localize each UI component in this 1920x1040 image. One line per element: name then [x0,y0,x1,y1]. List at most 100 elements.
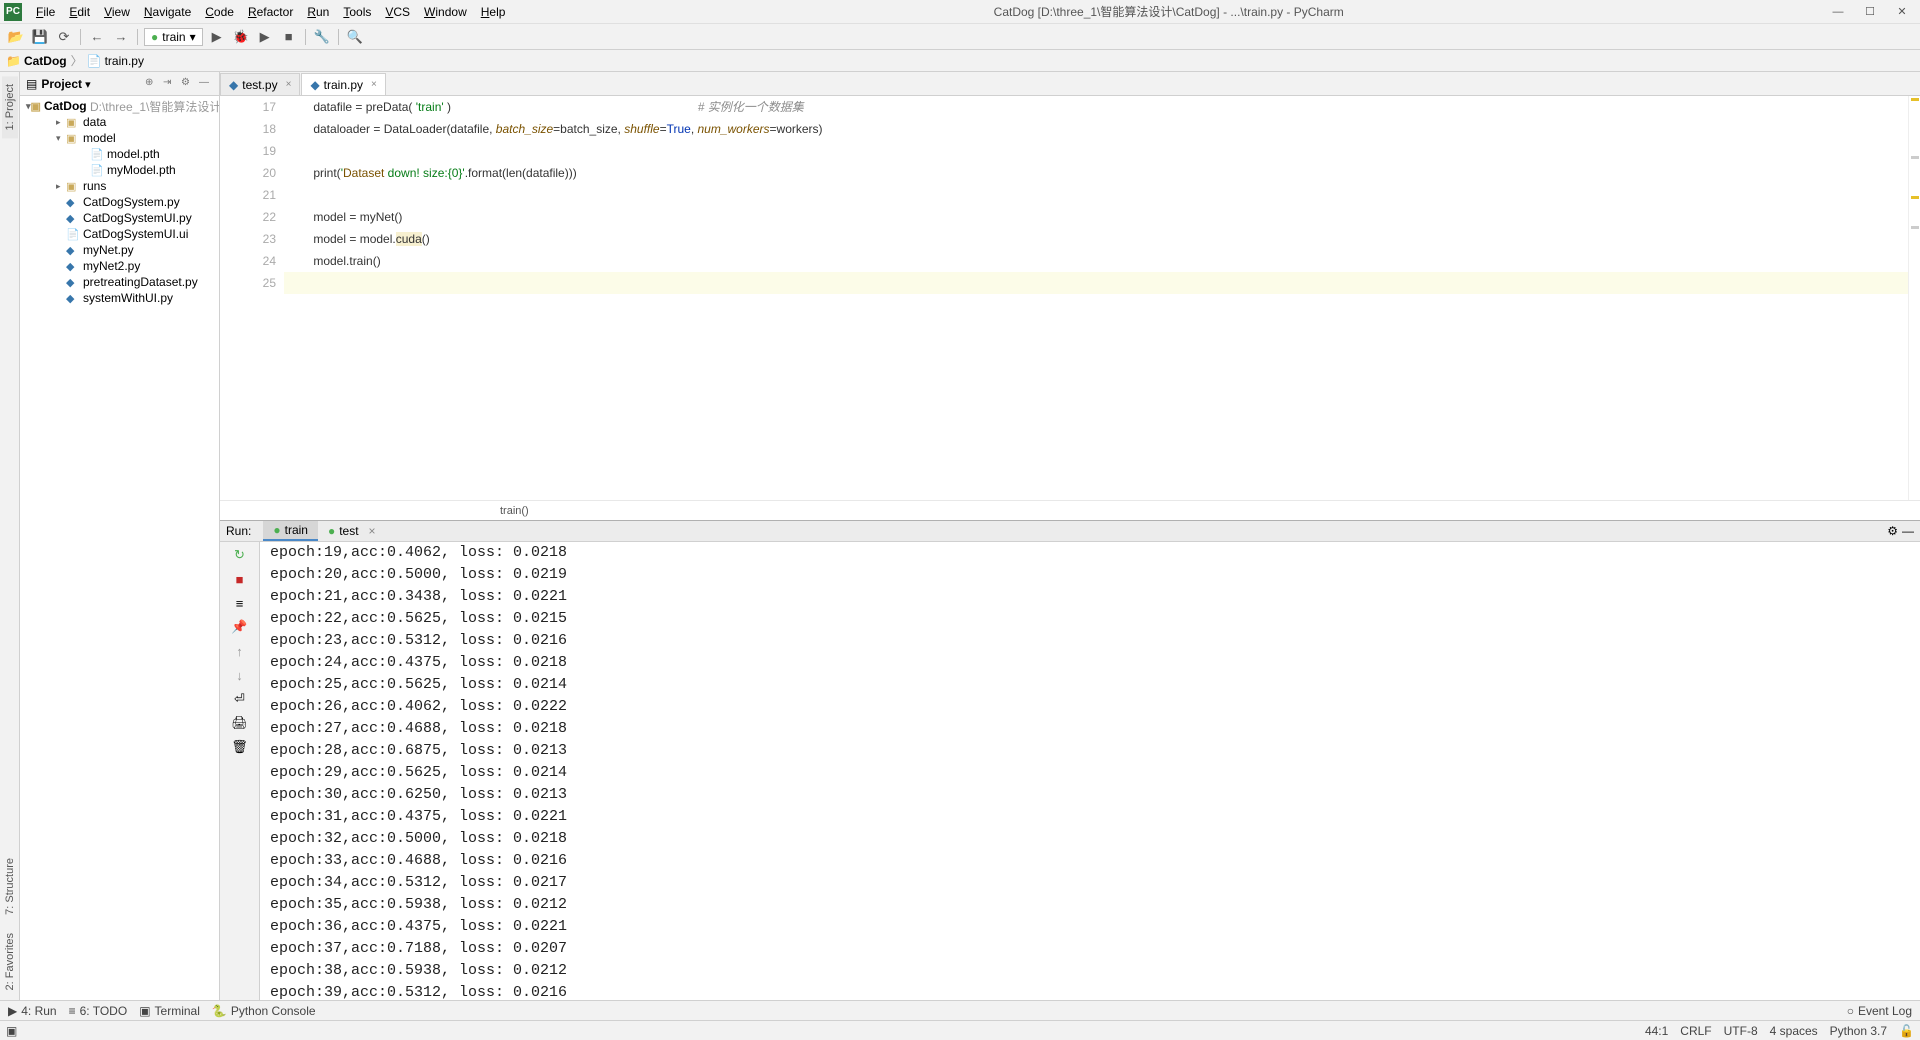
refresh-icon[interactable]: ⟳ [54,27,74,47]
minimize-button[interactable]: — [1826,0,1850,24]
close-button[interactable]: ✕ [1890,0,1914,24]
run-dot-icon: ● [151,30,158,44]
run-button[interactable]: ▶ [207,27,227,47]
collapse-icon[interactable]: ⇥ [163,77,177,91]
rerun-button[interactable]: ↻ [231,546,249,564]
menu-navigate[interactable]: Navigate [138,3,197,21]
app-icon: PC [4,3,22,21]
menu-help[interactable]: Help [475,3,512,21]
tree-item[interactable]: ▾▣model [20,130,219,146]
close-tab-icon[interactable]: × [371,79,377,90]
tree-item[interactable]: ◆myNet2.py [20,258,219,274]
toolbar: 📂 💾 ⟳ ← → ● train ▾ ▶ 🐞 ▶ ■ 🔧 🔍 [0,24,1920,50]
status-lock-icon[interactable]: 🔓 [1899,1024,1914,1038]
breadcrumb: 📁 CatDog 〉 📄 train.py [0,50,1920,72]
status-line-ending[interactable]: CRLF [1680,1024,1711,1038]
folder-icon: ▤ [26,77,37,91]
bottom-tool-tabs: ▶ 4: Run ≡ 6: TODO ▣ Terminal 🐍 Python C… [0,1000,1920,1020]
tree-item[interactable]: ◆systemWithUI.py [20,290,219,306]
tree-item[interactable]: 📄model.pth [20,146,219,162]
structure-tool-tab[interactable]: 7: Structure [2,850,18,923]
run-coverage-button[interactable]: ▶ [255,27,275,47]
up-button[interactable]: ↑ [231,642,249,660]
layout-button[interactable]: ≡ [231,594,249,612]
run-tab[interactable]: ●train [263,521,318,541]
menu-file[interactable]: File [30,3,61,21]
menu-vcs[interactable]: VCS [379,3,416,21]
bottom-tab-run[interactable]: ▶ 4: Run [8,1004,57,1018]
maximize-button[interactable]: ☐ [1858,0,1882,24]
editor-tab[interactable]: ◆train.py× [301,73,385,95]
run-sidebar: ↻ ■ ≡ 📌 ↑ ↓ ⏎ 🖨 🗑 [220,542,260,1004]
tree-item[interactable]: ◆pretreatingDataset.py [20,274,219,290]
status-indent[interactable]: 4 spaces [1770,1024,1818,1038]
settings-button[interactable]: 🔧 [312,27,332,47]
status-position[interactable]: 44:1 [1645,1024,1668,1038]
pin-button[interactable]: 📌 [231,618,249,636]
project-pane-title: Project ▾ [41,77,141,91]
run-settings-icon[interactable]: ⚙ [1887,524,1898,538]
project-tree[interactable]: ▾▣ CatDog D:\three_1\智能算法设计\Cat ▸▣data▾▣… [20,96,219,1000]
run-tab[interactable]: ●test× [318,521,386,541]
tree-item[interactable]: ◆CatDogSystemUI.py [20,210,219,226]
status-bar: ▣ 44:1 CRLF UTF-8 4 spaces Python 3.7 🔓 [0,1020,1920,1040]
code-editor[interactable]: 171819202122232425 datafile = preData( '… [220,96,1920,500]
editor-tabs: ◆test.py×◆train.py× [220,72,1920,96]
status-encoding[interactable]: UTF-8 [1724,1024,1758,1038]
debug-button[interactable]: 🐞 [231,27,251,47]
tree-item[interactable]: ◆CatDogSystem.py [20,194,219,210]
menu-edit[interactable]: Edit [63,3,96,21]
breadcrumb-file[interactable]: 📄 train.py [87,54,144,68]
print-button[interactable]: 🖨 [231,714,249,732]
stop-button[interactable]: ■ [279,27,299,47]
menu-view[interactable]: View [98,3,136,21]
save-icon[interactable]: 💾 [30,27,50,47]
menu-window[interactable]: Window [418,3,473,21]
locate-icon[interactable]: ⊕ [145,77,159,91]
line-gutter: 171819202122232425 [236,96,284,500]
menu-run[interactable]: Run [301,3,335,21]
console-output[interactable]: epoch:19,acc:0.4062, loss: 0.0218 epoch:… [260,542,1920,1004]
menu-refactor[interactable]: Refactor [242,3,299,21]
bottom-tab-terminal[interactable]: ▣ Terminal [139,1004,200,1018]
window-title: CatDog [D:\three_1\智能算法设计\CatDog] - ...\… [511,3,1826,20]
tree-item[interactable]: 📄myModel.pth [20,162,219,178]
tree-item[interactable]: ◆myNet.py [20,242,219,258]
editor-error-stripe[interactable] [1908,96,1920,500]
search-button[interactable]: 🔍 [345,27,365,47]
status-interpreter[interactable]: Python 3.7 [1830,1024,1887,1038]
tree-item[interactable]: ▸▣runs [20,178,219,194]
menu-tools[interactable]: Tools [337,3,377,21]
tree-root[interactable]: ▾▣ CatDog D:\three_1\智能算法设计\Cat [20,98,219,114]
bottom-tab-python-console[interactable]: 🐍 Python Console [212,1004,316,1018]
code-lines[interactable]: datafile = preData( 'train' ) # 实例化一个数据集… [284,96,1908,500]
bottom-tab-todo[interactable]: ≡ 6: TODO [69,1004,128,1018]
run-tool-label: Run: [226,524,251,538]
menu-bar: FileEditViewNavigateCodeRefactorRunTools… [30,3,511,21]
back-button[interactable]: ← [87,27,107,47]
favorites-tool-tab[interactable]: 2: Favorites [2,925,18,998]
trash-button[interactable]: 🗑 [231,738,249,756]
run-config-selector[interactable]: ● train ▾ [144,28,203,46]
run-config-label: train [162,30,185,44]
close-tab-icon[interactable]: × [286,79,292,90]
breadcrumb-project[interactable]: 📁 CatDog [6,54,67,68]
stop-run-button[interactable]: ■ [231,570,249,588]
project-tool-tab[interactable]: 1: Project [2,76,18,138]
project-pane-header: ▤ Project ▾ ⊕ ⇥ ⚙ — [20,72,219,96]
tree-item[interactable]: 📄CatDogSystemUI.ui [20,226,219,242]
titlebar: PC FileEditViewNavigateCodeRefactorRunTo… [0,0,1920,24]
down-button[interactable]: ↓ [231,666,249,684]
editor-tab[interactable]: ◆test.py× [220,73,300,95]
open-icon[interactable]: 📂 [6,27,26,47]
menu-code[interactable]: Code [199,3,240,21]
wrap-button[interactable]: ⏎ [231,690,249,708]
editor-breadcrumb[interactable]: train() [220,500,1920,520]
hide-icon[interactable]: — [199,77,213,91]
bottom-tab-event-log[interactable]: ○ Event Log [1847,1004,1912,1018]
run-hide-icon[interactable]: — [1902,524,1914,538]
forward-button[interactable]: → [111,27,131,47]
tree-item[interactable]: ▸▣data [20,114,219,130]
status-icon[interactable]: ▣ [6,1024,17,1038]
gear-icon[interactable]: ⚙ [181,77,195,91]
